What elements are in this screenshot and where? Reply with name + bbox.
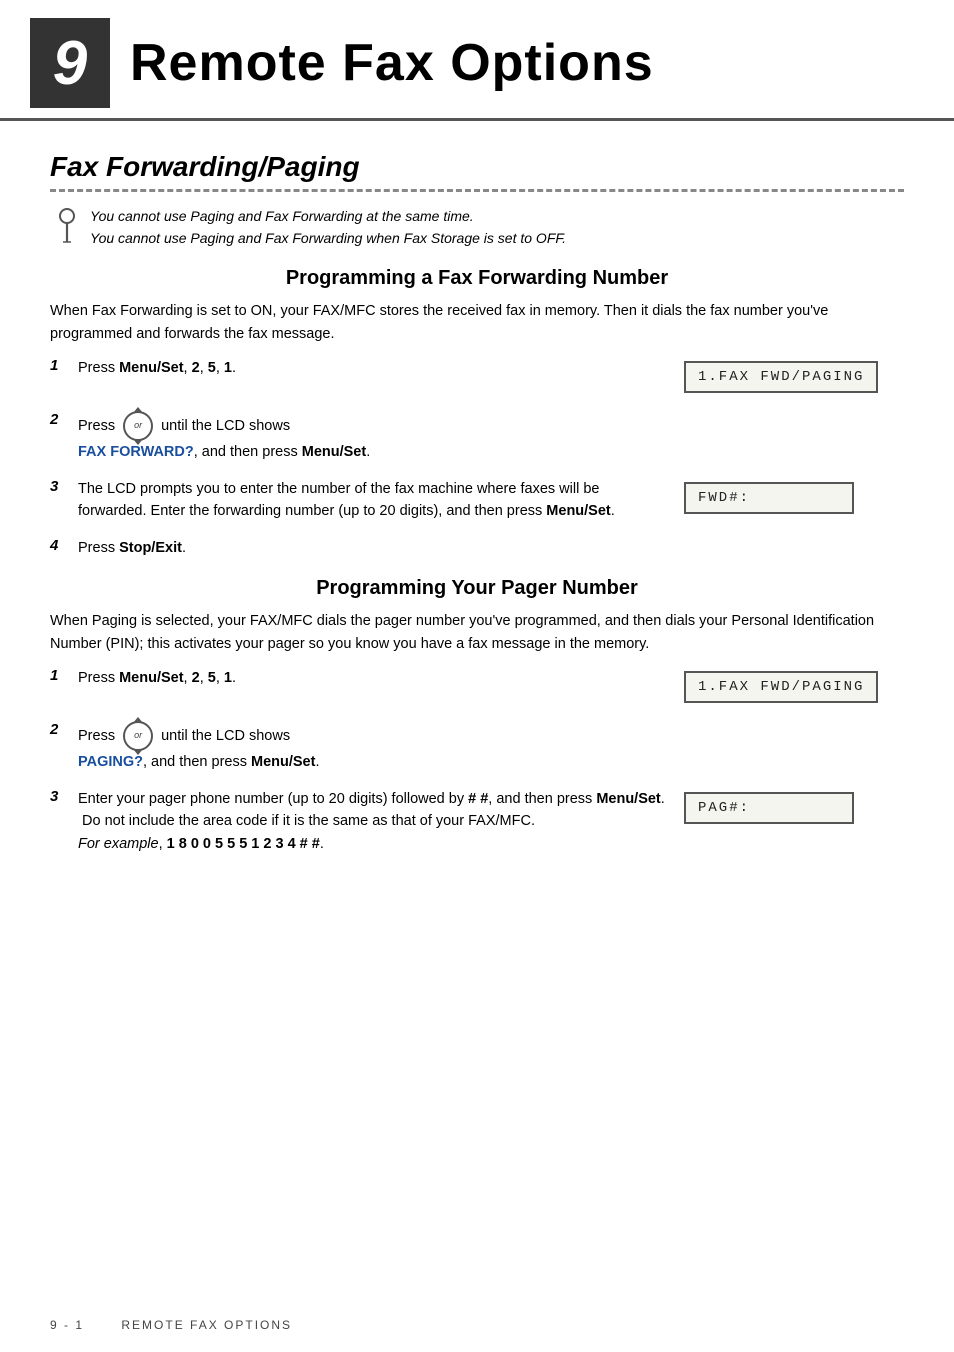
section-fax-forwarding: Fax Forwarding/Paging You cannot use Pag… bbox=[50, 151, 904, 855]
pager-step-1-side: 1.FAX FWD/PAGING bbox=[684, 667, 904, 707]
step-2: 2 Press or until the LCD shows FAX FORWA… bbox=[50, 411, 904, 463]
pager-step-2: 2 Press or until the LCD shows PAGING?, … bbox=[50, 721, 904, 773]
footer-text: REMOTE FAX OPTIONS bbox=[121, 1318, 292, 1332]
footer-page-number: 9 - 1 bbox=[50, 1318, 84, 1332]
step-1-number: 1 bbox=[50, 357, 78, 374]
subsection1-intro: When Fax Forwarding is set to ON, your F… bbox=[50, 300, 904, 345]
step-3: 3 The LCD prompts you to enter the numbe… bbox=[50, 478, 904, 523]
step-4-content: Press Stop/Exit. bbox=[78, 537, 666, 559]
step-3-number: 3 bbox=[50, 478, 78, 495]
scroll-icon-2: or bbox=[123, 721, 153, 751]
step-1: 1 Press Menu/Set, 2, 5, 1. 1.FAX FWD/PAG… bbox=[50, 357, 904, 397]
fax-forward-label: FAX FORWARD? bbox=[78, 444, 194, 460]
pager-step-1: 1 Press Menu/Set, 2, 5, 1. 1.FAX FWD/PAG… bbox=[50, 667, 904, 707]
lcd-display-pager-1: 1.FAX FWD/PAGING bbox=[684, 671, 878, 703]
chapter-number: 9 bbox=[30, 18, 110, 108]
note-icon bbox=[54, 208, 80, 244]
subsection-fax-forwarding: Programming a Fax Forwarding Number When… bbox=[50, 267, 904, 559]
step-2-number: 2 bbox=[50, 411, 78, 428]
pager-step-2-number: 2 bbox=[50, 721, 78, 738]
note-box: You cannot use Paging and Fax Forwarding… bbox=[54, 206, 904, 249]
pager-step-3-content: Enter your pager phone number (up to 20 … bbox=[78, 788, 666, 855]
step-3-content: The LCD prompts you to enter the number … bbox=[78, 478, 666, 523]
pager-step-1-content: Press Menu/Set, 2, 5, 1. bbox=[78, 667, 666, 689]
page-header: 9 Remote Fax Options bbox=[0, 0, 954, 121]
pager-step-3-side: PAG#: bbox=[684, 788, 904, 828]
page-title: Remote Fax Options bbox=[130, 33, 654, 93]
page-footer: 9 - 1 REMOTE FAX OPTIONS bbox=[50, 1318, 292, 1332]
main-content: Fax Forwarding/Paging You cannot use Pag… bbox=[0, 121, 954, 899]
step-1-content: Press Menu/Set, 2, 5, 1. bbox=[78, 357, 666, 379]
subsection2-heading: Programming Your Pager Number bbox=[50, 577, 904, 600]
lcd-display-1: 1.FAX FWD/PAGING bbox=[684, 361, 878, 393]
step-3-side: FWD#: bbox=[684, 478, 904, 518]
scroll-icon-1: or bbox=[123, 411, 153, 441]
subsection2-intro: When Paging is selected, your FAX/MFC di… bbox=[50, 610, 904, 655]
step-1-menuset: Menu/Set bbox=[119, 360, 183, 376]
note-text: You cannot use Paging and Fax Forwarding… bbox=[90, 206, 566, 249]
pager-step-3-number: 3 bbox=[50, 788, 78, 805]
subsection-pager: Programming Your Pager Number When Pagin… bbox=[50, 577, 904, 855]
pager-step-1-number: 1 bbox=[50, 667, 78, 684]
dashed-divider bbox=[50, 189, 904, 192]
pager-step-2-content: Press or until the LCD shows PAGING?, an… bbox=[78, 721, 666, 773]
pager-step-3: 3 Enter your pager phone number (up to 2… bbox=[50, 788, 904, 855]
subsection1-heading: Programming a Fax Forwarding Number bbox=[50, 267, 904, 290]
step-4-number: 4 bbox=[50, 537, 78, 554]
step-4: 4 Press Stop/Exit. bbox=[50, 537, 904, 559]
lcd-display-pager-3: PAG#: bbox=[684, 792, 854, 824]
section-heading: Fax Forwarding/Paging bbox=[50, 151, 904, 183]
lcd-display-3: FWD#: bbox=[684, 482, 854, 514]
paging-label: PAGING? bbox=[78, 754, 143, 770]
step-2-content: Press or until the LCD shows FAX FORWARD… bbox=[78, 411, 666, 463]
step-1-side: 1.FAX FWD/PAGING bbox=[684, 357, 904, 397]
